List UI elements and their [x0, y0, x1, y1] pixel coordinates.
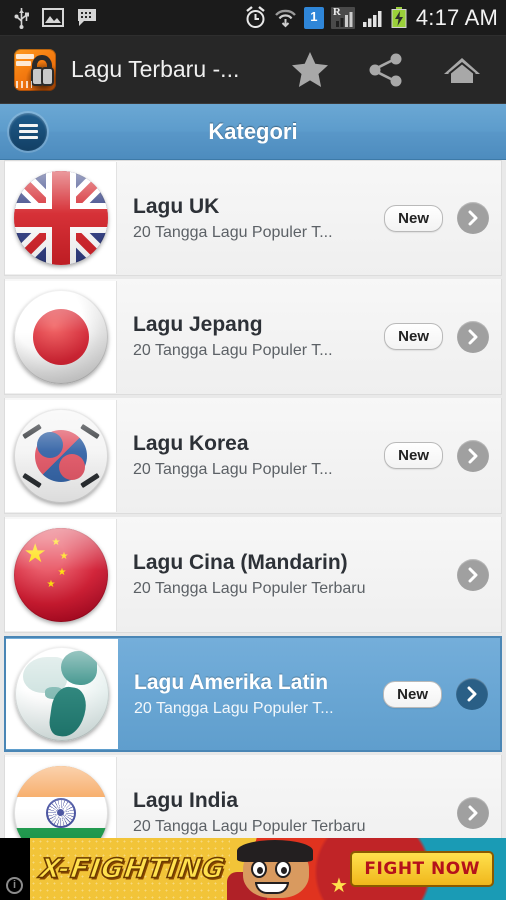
list-item-title: Lagu Jepang	[133, 313, 263, 336]
list-item-subtitle: 20 Tangga Lagu Populer Terbaru	[133, 580, 366, 597]
category-list[interactable]: Lagu UK 20 Tangga Lagu Populer T... New …	[0, 160, 506, 838]
chevron-right-icon[interactable]	[457, 320, 489, 353]
usb-icon	[14, 7, 29, 29]
alarm-icon	[246, 6, 265, 28]
favorite-star-button[interactable]	[272, 36, 348, 104]
image-icon	[42, 8, 64, 27]
list-item-title: Lagu UK	[133, 194, 220, 218]
japan-flag-icon	[13, 289, 108, 384]
new-badge: New	[384, 323, 443, 350]
chevron-right-icon[interactable]	[457, 202, 489, 234]
action-bar: Lagu Terbaru -...	[0, 36, 506, 104]
list-item-subtitle: 20 Tangga Lagu Populer T...	[134, 699, 334, 717]
menu-icon	[18, 124, 38, 139]
list-item-text: Lagu Korea 20 Tangga Lagu Populer T...	[117, 432, 384, 479]
home-button[interactable]	[424, 36, 500, 104]
page-title: Kategori	[208, 118, 298, 144]
action-bar-buttons	[272, 36, 500, 104]
korea-flag-icon	[13, 408, 108, 503]
status-bar-left-icons	[14, 7, 97, 29]
status-bar: 1 R 4:17 AM	[0, 0, 506, 36]
list-item-subtitle: 20 Tangga Lagu Populer T...	[133, 342, 333, 359]
new-badge: New	[383, 680, 442, 708]
chevron-right-icon[interactable]	[456, 678, 488, 710]
list-item-lagu-amerika-latin[interactable]: Lagu Amerika Latin 20 Tangga Lagu Popule…	[4, 636, 502, 752]
ad-cta-button[interactable]: FIGHT NOW	[350, 851, 494, 887]
list-item-thumbnail	[5, 399, 117, 512]
list-item-lagu-uk[interactable]: Lagu UK 20 Tangga Lagu Populer T... New	[4, 160, 502, 276]
menu-button[interactable]	[9, 112, 47, 151]
list-item-subtitle: 20 Tangga Lagu Populer T...	[133, 461, 333, 478]
signal-icon	[362, 10, 382, 27]
ad-banner[interactable]: X-FIGHTING ★ FIGHT NOW i	[0, 838, 506, 900]
list-item-lagu-india[interactable]: Lagu India 20 Tangga Lagu Populer Terbar…	[4, 755, 502, 838]
list-item-thumbnail	[6, 639, 118, 749]
home-icon	[444, 57, 480, 83]
list-item-title: Lagu Cina (Mandarin)	[133, 551, 348, 574]
list-item-title: Lagu India	[133, 789, 238, 812]
list-item-text: Lagu Amerika Latin 20 Tangga Lagu Popule…	[118, 671, 383, 718]
list-item-text: Lagu UK 20 Tangga Lagu Populer T...	[117, 195, 384, 242]
list-item-text: Lagu Jepang 20 Tangga Lagu Populer T...	[117, 313, 384, 360]
list-item-title: Lagu Korea	[133, 432, 249, 455]
china-flag-icon: ★ ★ ★ ★ ★	[13, 527, 108, 622]
latin-america-globe-icon	[15, 647, 109, 741]
page-title-bar: Kategori	[0, 104, 506, 160]
list-item-thumbnail: ★ ★ ★ ★ ★	[5, 518, 117, 631]
battery-charging-icon	[391, 6, 407, 28]
status-bar-right-icons: 1 R 4:17 AM	[244, 5, 498, 31]
status-bar-clock: 4:17 AM	[415, 4, 498, 30]
list-item-thumbnail	[5, 162, 117, 274]
app-screen: 1 R 4:17 AM Lagu Terbaru -... Kategori L…	[0, 0, 506, 900]
list-item-text: Lagu India 20 Tangga Lagu Populer Terbar…	[117, 789, 457, 836]
ad-character-icon	[225, 840, 341, 900]
list-item-lagu-jepang[interactable]: Lagu Jepang 20 Tangga Lagu Populer T... …	[4, 279, 502, 395]
list-item-text: Lagu Cina (Mandarin) 20 Tangga Lagu Popu…	[117, 551, 457, 598]
star-icon	[292, 52, 328, 87]
chevron-right-icon[interactable]	[457, 796, 489, 829]
chevron-right-icon[interactable]	[457, 558, 489, 591]
wifi-icon	[274, 9, 296, 28]
india-flag-icon	[13, 765, 108, 838]
uk-flag-icon	[13, 171, 108, 265]
ad-info-icon[interactable]: i	[6, 877, 23, 894]
list-item-subtitle: 20 Tangga Lagu Populer T...	[133, 223, 333, 241]
new-badge: New	[384, 442, 443, 469]
chevron-right-icon[interactable]	[457, 439, 489, 472]
list-item-title: Lagu Amerika Latin	[134, 670, 329, 694]
ad-star-icon: ★	[330, 875, 348, 897]
new-badge: New	[384, 204, 443, 232]
message-icon	[78, 9, 96, 26]
app-title: Lagu Terbaru -...	[71, 56, 240, 82]
list-item-subtitle: 20 Tangga Lagu Populer Terbaru	[133, 818, 366, 835]
share-icon	[369, 53, 402, 86]
list-item-lagu-cina[interactable]: ★ ★ ★ ★ ★ Lagu Cina (Mandarin) 20 Tangga La…	[4, 517, 502, 633]
share-button[interactable]	[348, 36, 424, 104]
ad-logo-text: X-FIGHTING	[37, 853, 228, 886]
list-item-lagu-korea[interactable]: Lagu Korea 20 Tangga Lagu Populer T... N…	[4, 398, 502, 514]
roaming-signal-icon: R	[330, 6, 355, 29]
sim-icon: 1	[303, 6, 324, 29]
list-item-thumbnail	[5, 756, 117, 838]
app-logo-icon	[14, 48, 56, 91]
list-item-thumbnail	[5, 280, 117, 393]
